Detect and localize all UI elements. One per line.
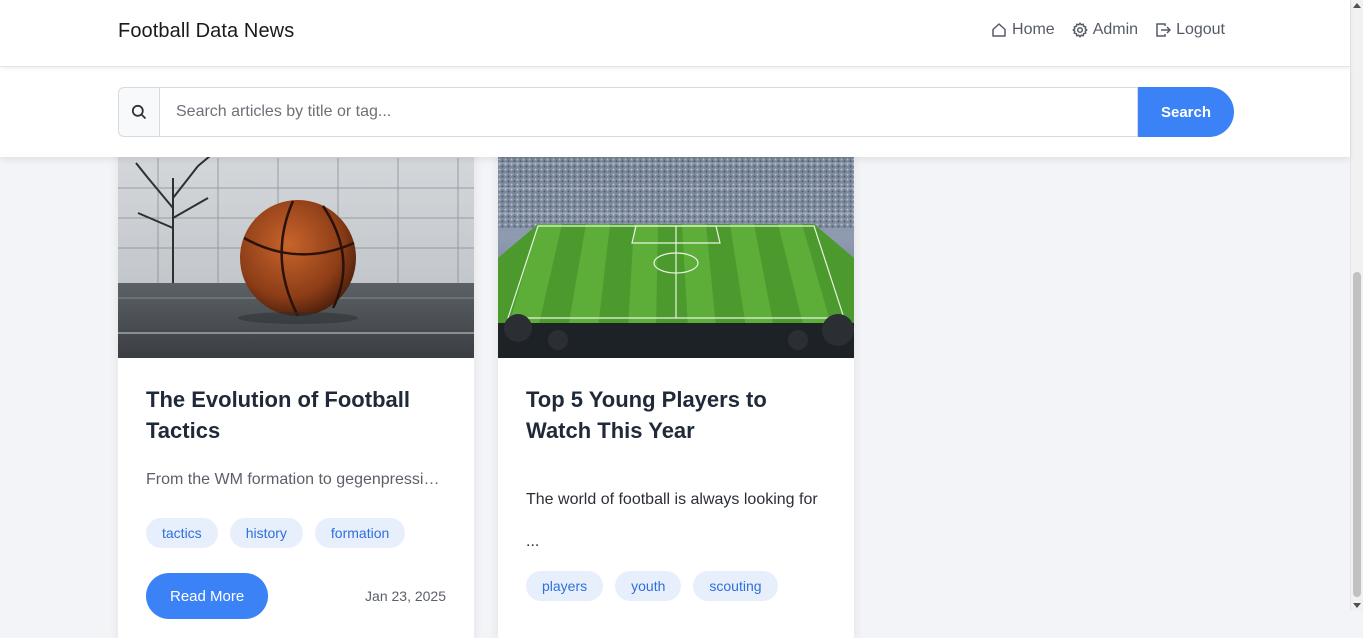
search-icon-addon [118, 87, 159, 137]
tag-formation[interactable]: formation [314, 518, 406, 548]
nav-logout-link[interactable]: Logout [1155, 21, 1225, 39]
search-icon [131, 104, 147, 120]
article-card: Top 5 Young Players to Watch This Year T… [498, 118, 854, 638]
nav-admin-link[interactable]: Admin [1072, 21, 1138, 39]
nav-logout-label: Logout [1176, 21, 1225, 38]
tag-scouting[interactable]: scouting [693, 571, 778, 601]
nav-home-label: Home [1012, 21, 1055, 38]
article-title[interactable]: The Evolution of Football Tactics [146, 384, 446, 446]
page-scrollbar[interactable] [1350, 0, 1363, 611]
nav-admin-label: Admin [1092, 21, 1139, 38]
search-button[interactable]: Search [1138, 87, 1234, 137]
read-more-button[interactable]: Read More [146, 573, 269, 619]
article-date: Jan 23, 2025 [365, 588, 446, 604]
scrollbar-thumb[interactable] [1353, 272, 1361, 597]
tag-tactics[interactable]: tactics [146, 518, 218, 548]
scroll-up-arrow[interactable] [1353, 3, 1361, 8]
logout-icon [1156, 23, 1172, 37]
article-tags: tactics history formation [146, 518, 446, 548]
gear-icon [1072, 22, 1088, 38]
article-excerpt: The world of football is always looking … [526, 479, 826, 563]
article-tags: players youth scouting [526, 571, 826, 601]
article-excerpt-line: The world of football is always looking … [526, 491, 818, 508]
search-group: Search [118, 87, 1234, 137]
nav-home-link[interactable]: Home [991, 21, 1055, 39]
tag-history[interactable]: history [229, 518, 303, 548]
article-body: Top 5 Young Players to Watch This Year T… [526, 384, 826, 601]
search-bar: Search [0, 67, 1350, 157]
article-body: The Evolution of Football Tactics From t… [146, 384, 446, 619]
search-input[interactable] [159, 87, 1138, 137]
brand-title[interactable]: Football Data News [118, 20, 294, 43]
article-footer: Read More Jan 23, 2025 [146, 573, 446, 619]
tag-youth[interactable]: youth [615, 571, 682, 601]
home-icon [992, 23, 1006, 37]
article-excerpt-line: ... [526, 533, 540, 550]
tag-players[interactable]: players [526, 571, 604, 601]
article-title[interactable]: Top 5 Young Players to Watch This Year [526, 384, 826, 446]
top-navbar: Football Data News Home Admin Logout [0, 0, 1350, 67]
nav-links: Home Admin Logout [991, 21, 1225, 39]
article-card: The Evolution of Football Tactics From t… [118, 118, 474, 638]
scroll-down-arrow[interactable] [1353, 603, 1361, 608]
article-excerpt: From the WM formation to gegenpressing..… [146, 471, 446, 488]
